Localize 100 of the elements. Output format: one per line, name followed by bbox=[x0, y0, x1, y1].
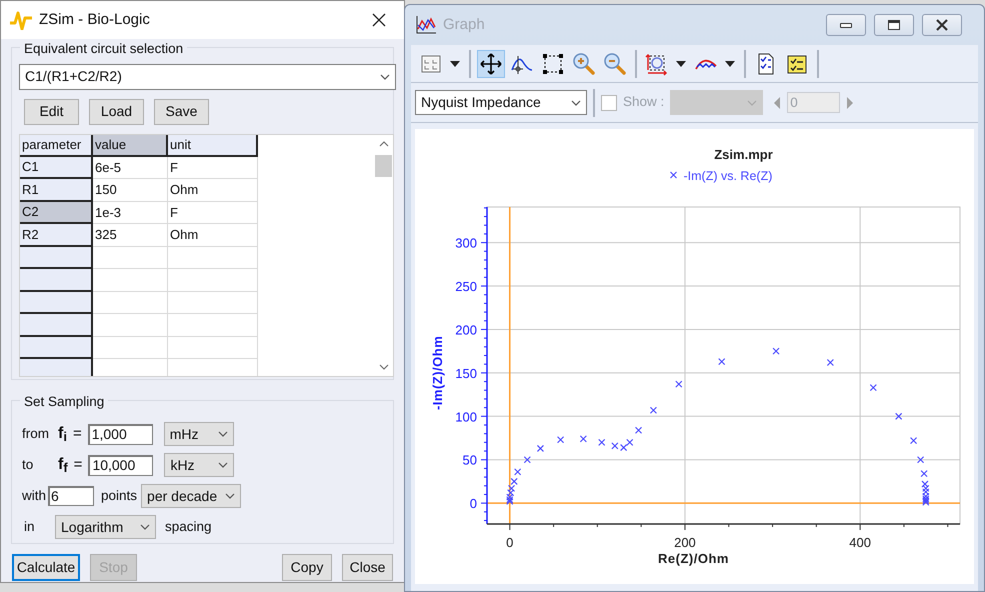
y-tick-label: 300 bbox=[455, 236, 477, 251]
chart-title: Zsim.mpr bbox=[714, 147, 773, 162]
x-tick-label: 0 bbox=[506, 535, 514, 550]
data-point bbox=[675, 380, 682, 388]
window-title: ZSim - Bio-Logic bbox=[39, 10, 151, 30]
data-point bbox=[557, 436, 564, 444]
points-label: points bbox=[101, 486, 138, 505]
restore-icon bbox=[888, 20, 900, 30]
row-header-cell[interactable]: R1 bbox=[20, 179, 93, 202]
action-button[interactable]: Copy bbox=[282, 554, 332, 581]
column-header[interactable]: parameter bbox=[20, 134, 93, 157]
minimize-button[interactable] bbox=[826, 14, 866, 36]
close-icon[interactable] bbox=[372, 13, 386, 27]
action-button[interactable]: Calculate bbox=[12, 554, 80, 581]
toolbar-button[interactable] bbox=[477, 50, 505, 78]
dropdown-select[interactable]: C1/(R1+C2/R2) bbox=[19, 64, 396, 90]
zoom-out-icon bbox=[603, 52, 627, 76]
dropdown-select[interactable]: kHz bbox=[164, 453, 234, 477]
equals-sign: = bbox=[72, 424, 82, 444]
data-point bbox=[920, 470, 928, 478]
table-cell: 6e-5 bbox=[93, 156, 168, 180]
line-graph-icon bbox=[415, 15, 437, 35]
dropdown-caret-icon bbox=[218, 462, 228, 468]
close-button[interactable] bbox=[922, 14, 962, 36]
action-button[interactable]: Load bbox=[89, 98, 144, 125]
data-point bbox=[870, 384, 877, 392]
row-header-cell[interactable] bbox=[20, 292, 93, 314]
move-icon bbox=[479, 52, 503, 76]
table-cell: F bbox=[168, 202, 258, 224]
dropdown-select[interactable]: Nyquist Impedance bbox=[415, 90, 587, 115]
column-header[interactable]: value bbox=[93, 134, 168, 157]
y-tick-label: 50 bbox=[462, 452, 477, 468]
restore-button[interactable] bbox=[874, 14, 914, 36]
data-point bbox=[634, 426, 642, 434]
signal-wave-icon bbox=[9, 10, 33, 30]
dropdown-caret-icon bbox=[218, 431, 228, 437]
row-header-cell[interactable] bbox=[20, 314, 93, 337]
zoom-in-icon bbox=[572, 52, 596, 76]
row-header-cell[interactable] bbox=[20, 359, 93, 376]
x-axis-title: Re(Z)/Ohm bbox=[658, 551, 729, 566]
table-cell: 325 bbox=[93, 224, 168, 247]
data-point bbox=[524, 456, 531, 464]
data-point bbox=[514, 468, 522, 476]
action-button[interactable]: Close bbox=[342, 554, 393, 581]
minimize-icon bbox=[840, 22, 852, 28]
y-tick-label: 150 bbox=[455, 366, 477, 381]
row-header-cell[interactable] bbox=[20, 269, 93, 292]
show-checkbox[interactable] bbox=[601, 94, 617, 110]
action-button[interactable]: Save bbox=[154, 98, 209, 125]
dropdown-select[interactable]: mHz bbox=[164, 422, 234, 446]
frequency-field[interactable]: 10,000 bbox=[88, 454, 154, 476]
table-cell: 150 bbox=[93, 179, 168, 202]
equals-sign: = bbox=[74, 454, 82, 475]
dropdown-arrow-icon bbox=[449, 60, 461, 68]
y-tick-label: 0 bbox=[470, 496, 477, 512]
frequency-symbol: f$_{f}$ bbox=[58, 455, 68, 477]
dropdown-caret-icon bbox=[571, 100, 581, 106]
data-point bbox=[917, 456, 924, 464]
row-header-cell[interactable]: C2 bbox=[20, 202, 93, 224]
x-tick-label: 400 bbox=[849, 535, 871, 550]
row-label: in bbox=[23, 518, 36, 536]
frequency-field[interactable]: 1,000 bbox=[88, 424, 153, 444]
table-cell: Ohm bbox=[168, 179, 258, 202]
autoscale-icon bbox=[645, 52, 669, 76]
row-label: to bbox=[22, 456, 34, 474]
row-header-cell[interactable]: R2 bbox=[20, 224, 93, 247]
dropdown-select[interactable]: Logarithm bbox=[55, 515, 156, 539]
row-header-cell[interactable] bbox=[20, 336, 93, 360]
dropdown-select[interactable]: per decade bbox=[141, 484, 242, 508]
scroll-up-icon[interactable] bbox=[378, 140, 388, 147]
data-point bbox=[650, 406, 657, 414]
spacing-label: spacing bbox=[165, 518, 212, 536]
data-point bbox=[772, 348, 780, 355]
table-cell: F bbox=[168, 156, 258, 180]
scrollbar-thumb[interactable] bbox=[375, 154, 392, 177]
show-label: Show : bbox=[623, 93, 664, 112]
action-button[interactable]: Edit bbox=[24, 98, 79, 125]
data-point bbox=[580, 435, 587, 442]
window-title: Graph bbox=[443, 14, 486, 35]
data-point bbox=[598, 438, 606, 446]
y-tick-label: 100 bbox=[455, 409, 477, 424]
y-tick-label: 200 bbox=[455, 322, 477, 338]
scroll-down-icon[interactable] bbox=[378, 364, 388, 370]
x-tick-label: 200 bbox=[674, 535, 696, 550]
data-point bbox=[910, 437, 918, 444]
row-header-cell[interactable]: C1 bbox=[20, 156, 93, 180]
row-label: with bbox=[22, 486, 46, 505]
points-field[interactable]: 6 bbox=[48, 486, 94, 506]
row-label: from bbox=[22, 424, 50, 443]
table-cell: Ohm bbox=[168, 224, 258, 247]
row-header-cell[interactable] bbox=[20, 246, 93, 270]
dropdown-caret-icon bbox=[380, 74, 390, 80]
table-cell: 1e-3 bbox=[93, 202, 168, 224]
close-icon bbox=[935, 19, 949, 31]
data-point bbox=[536, 444, 544, 452]
dropdown-caret-icon bbox=[747, 100, 758, 106]
y-axis-title: -Im(Z)/Ohm bbox=[430, 336, 445, 410]
column-header[interactable]: unit bbox=[168, 134, 258, 157]
frequency-symbol: f$_{i}$ bbox=[58, 424, 67, 446]
dropdown-arrow-icon bbox=[675, 60, 687, 68]
